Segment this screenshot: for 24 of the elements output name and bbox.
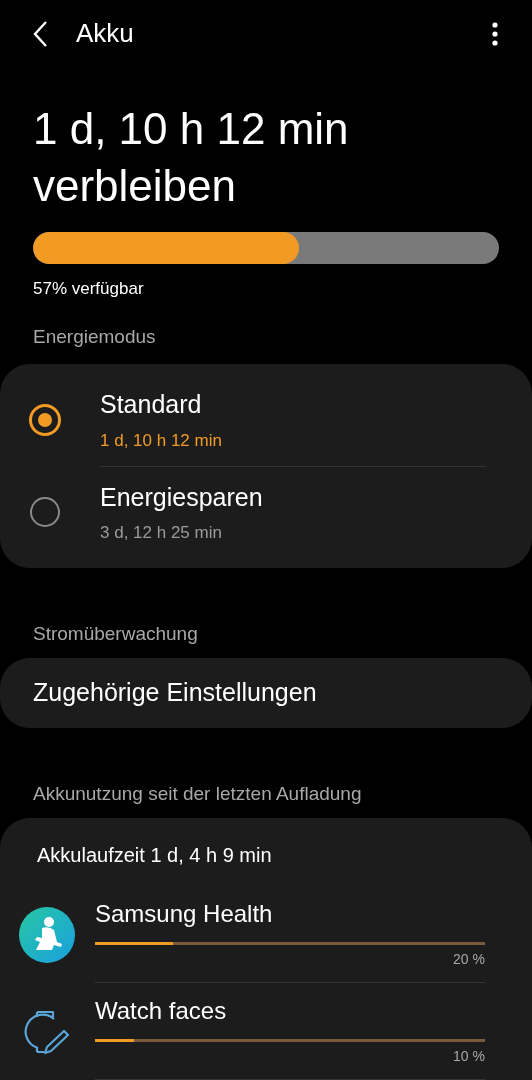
power-mode-option[interactable]: Standard 1 d, 10 h 12 min — [0, 373, 532, 466]
option-time: 1 d, 10 h 12 min — [100, 429, 223, 452]
option-name: Standard — [100, 389, 203, 421]
related-settings-item[interactable]: Zugehörige Einstellungen — [0, 658, 532, 728]
app-usage-row[interactable]: Watch faces 10 % — [0, 983, 532, 1080]
watch-edit-icon — [23, 1008, 70, 1055]
radio-button[interactable] — [29, 403, 61, 436]
usage-percent: 10 % — [453, 1047, 485, 1066]
usage-percent: 20 % — [453, 950, 485, 969]
section-heading: Stromüberwachung — [32, 621, 199, 646]
section-heading: Akkunutzung seit der letzten Aufladung — [32, 781, 363, 806]
page-title: Akku — [76, 17, 134, 51]
power-mode-option[interactable]: Energiesparen 3 d, 12 h 25 min — [0, 465, 532, 558]
more-options-icon[interactable] — [492, 21, 498, 46]
app-name: Samsung Health — [95, 899, 274, 929]
app-usage-row[interactable]: Samsung Health 20 % — [0, 886, 532, 983]
battery-runtime: Akkulaufzeit 1 d, 4 h 9 min — [36, 843, 273, 868]
app-name: Watch faces — [95, 996, 228, 1026]
option-name: Energiesparen — [100, 481, 264, 513]
option-time: 3 d, 12 h 25 min — [100, 522, 223, 545]
radio-button[interactable] — [30, 496, 60, 527]
section-heading: Energiemodus — [33, 325, 157, 350]
remaining-time: 1 d, 10 h 12 min verbleiben — [33, 102, 350, 212]
available-percent: 57% verfügbar — [33, 277, 145, 300]
